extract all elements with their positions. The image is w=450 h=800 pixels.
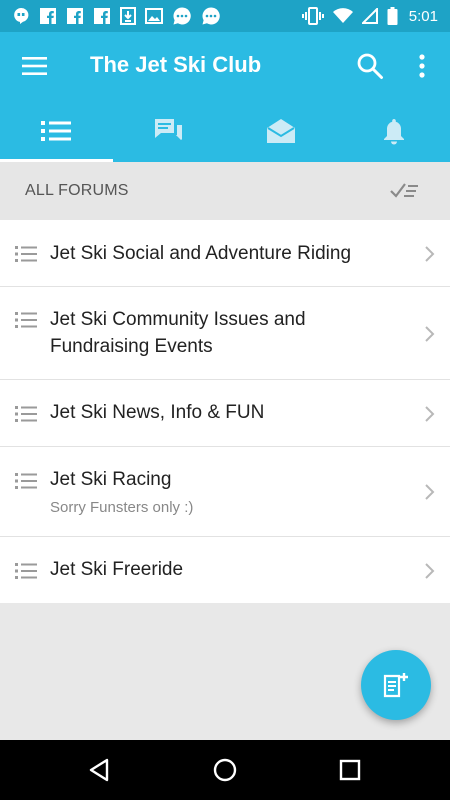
forum-list-icon (15, 246, 37, 262)
system-nav-bar (0, 740, 450, 800)
tab-bar (0, 100, 450, 162)
download-icon (120, 7, 136, 25)
notifications-icon (383, 119, 404, 145)
forum-title-line-1: Jet Ski Community Issues and (50, 309, 306, 330)
section-header: ALL FORUMS (0, 162, 450, 220)
notification-icons (12, 6, 221, 26)
vibrate-icon (301, 7, 324, 25)
image-icon (145, 8, 163, 24)
battery-icon (387, 7, 398, 25)
forum-item-social-adventure[interactable]: Jet Ski Social and Adventure Riding (0, 220, 450, 287)
tab-forums[interactable] (0, 100, 113, 162)
recents-icon[interactable] (337, 757, 363, 783)
home-icon[interactable] (212, 757, 238, 783)
facebook-icon (94, 8, 110, 24)
chevron-right-icon (425, 406, 435, 422)
facebook-icon (40, 8, 56, 24)
tab-notifications[interactable] (338, 100, 450, 162)
forum-item-racing[interactable]: Jet Ski Racing Sorry Funsters only :) (0, 447, 450, 537)
forum-item-freeride[interactable]: Jet Ski Freeride (0, 537, 450, 603)
inbox-icon (267, 119, 296, 143)
chevron-right-icon (425, 484, 435, 500)
forum-subtitle: Sorry Funsters only :) (50, 499, 194, 516)
conversations-icon (154, 119, 182, 140)
forum-item-community-issues[interactable]: Jet Ski Community Issues and Fundraising… (0, 287, 450, 380)
list-icon (41, 121, 72, 141)
forum-title-line-2: Fundraising Events (50, 336, 213, 357)
forum-title: Jet Ski Racing (50, 469, 172, 490)
forum-item-news-info[interactable]: Jet Ski News, Info & FUN (0, 380, 450, 447)
system-icons: 5:01 (301, 7, 438, 25)
forum-list-icon (15, 406, 37, 422)
forum-list-icon (15, 312, 37, 328)
page-title: The Jet Ski Club (90, 52, 262, 77)
signal-icon (361, 8, 378, 24)
chevron-right-icon (425, 326, 435, 342)
hangouts-icon (14, 7, 29, 25)
wifi-icon (332, 8, 353, 23)
section-title: ALL FORUMS (25, 182, 129, 199)
back-icon[interactable] (87, 757, 113, 783)
chat-bubble-icon (173, 7, 191, 25)
mark-all-read-icon[interactable] (388, 178, 420, 202)
forum-list-icon (15, 563, 37, 579)
app-bar: The Jet Ski Club (0, 32, 450, 100)
forum-list-icon (15, 473, 37, 489)
forum-title: Jet Ski Freeride (50, 559, 184, 580)
chevron-right-icon (425, 563, 435, 579)
tab-conversations[interactable] (113, 100, 226, 162)
chevron-right-icon (425, 246, 435, 262)
new-post-button[interactable] (361, 650, 431, 720)
more-options-icon[interactable] (412, 52, 432, 80)
clock: 5:01 (408, 7, 438, 25)
forum-title: Jet Ski News, Info & FUN (50, 402, 265, 423)
search-icon[interactable] (356, 52, 384, 80)
chat-bubble-icon (202, 7, 220, 25)
menu-icon[interactable] (22, 54, 48, 78)
status-bar: 5:01 (0, 0, 450, 32)
tab-inbox[interactable] (225, 100, 338, 162)
new-post-icon (383, 673, 408, 698)
forum-list: Jet Ski Social and Adventure Riding Jet … (0, 220, 450, 603)
forum-title: Jet Ski Social and Adventure Riding (50, 243, 352, 264)
facebook-icon (67, 8, 83, 24)
